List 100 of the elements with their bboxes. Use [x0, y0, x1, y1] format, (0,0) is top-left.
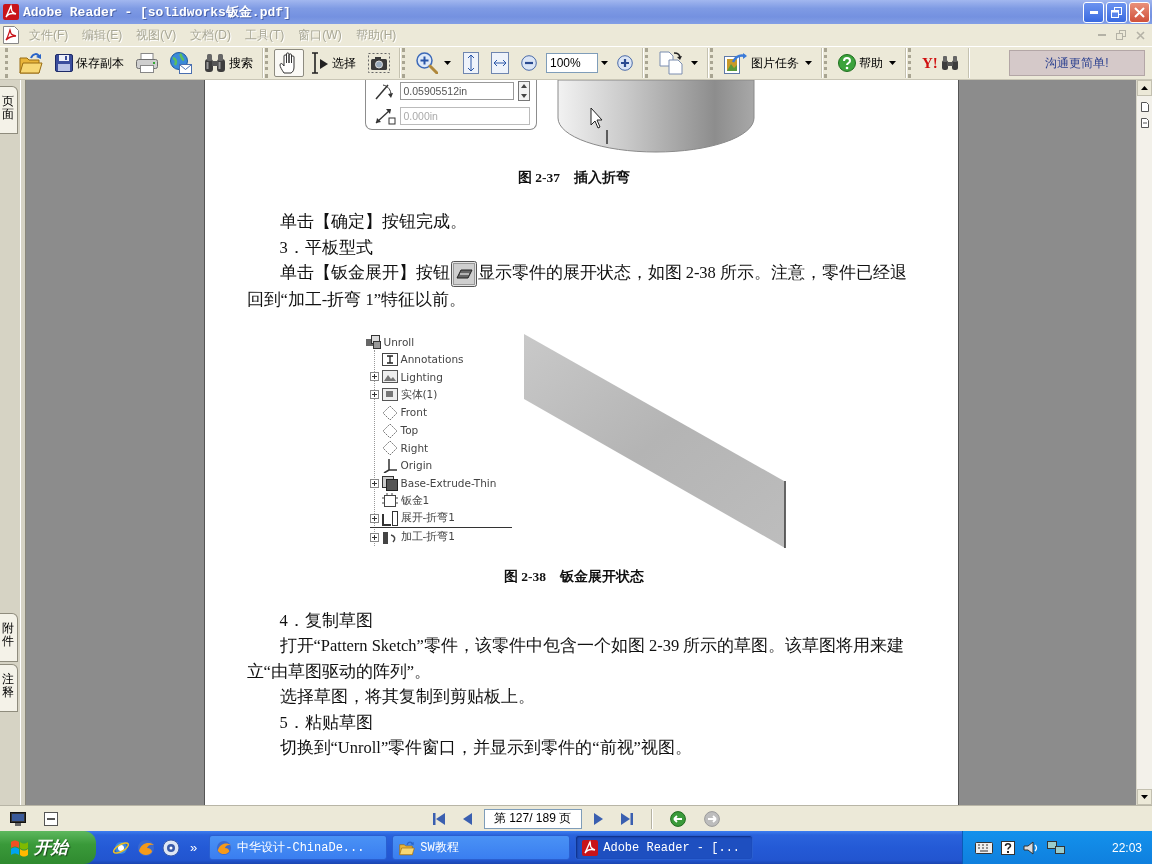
minimize-button[interactable] [1083, 1, 1104, 23]
lighting-icon [381, 369, 398, 385]
value-field: 0.000in [399, 107, 530, 125]
camera-icon [368, 53, 390, 73]
promo-banner[interactable]: 沟通更简单! [1009, 50, 1145, 76]
up-arrow-icon [1141, 86, 1148, 90]
section-heading: 3．平板型式 [278, 236, 374, 259]
skip-end-icon [620, 812, 633, 825]
plus-circle-icon [617, 55, 633, 71]
zoom-out-icon [521, 55, 537, 71]
app-icon [3, 4, 19, 20]
page-number-field[interactable]: 第 127/ 189 页 [483, 808, 582, 829]
help-icon[interactable] [1001, 840, 1015, 855]
tree-item-label: Front [400, 406, 428, 419]
hand-tool-button[interactable] [274, 49, 304, 77]
sheet-metal-icon [381, 493, 398, 509]
binoculars-icon [940, 55, 959, 71]
taskbar-button[interactable]: SW教程 [392, 835, 571, 860]
tree-item-label: 实体(1) [400, 387, 438, 402]
pages-arrow-icon [659, 51, 685, 75]
figure-caption: 图 2-37 插入折弯 [516, 169, 632, 187]
windows-logo-icon [10, 838, 29, 857]
app-icon [582, 839, 599, 856]
paragraph: 单击【确定】按钮完成。 [278, 211, 468, 233]
sheet-button-icon [450, 261, 477, 288]
monitor-icon[interactable] [10, 811, 26, 826]
section-heading: 4．复制草图 [278, 609, 374, 632]
keyboard-icon[interactable] [975, 841, 993, 854]
flatten-icon [381, 510, 398, 526]
scroll-up-button[interactable] [1137, 80, 1152, 96]
side-tab[interactable]: 附件 [0, 613, 18, 662]
picture-arrow-icon [724, 52, 748, 74]
network-icon[interactable] [1047, 840, 1065, 855]
select-tool-button[interactable]: 选择 [306, 49, 361, 77]
folder-icon [19, 52, 43, 74]
section-heading: 5．粘贴草图 [278, 711, 374, 734]
speaker-icon[interactable] [1023, 840, 1039, 855]
vertical-scrollbar[interactable] [1136, 80, 1152, 805]
swirl-globe-icon[interactable] [137, 838, 155, 857]
side-tab[interactable]: 注释 [0, 663, 18, 712]
start-button[interactable]: 开始 [0, 831, 96, 864]
triangle-right-icon [593, 812, 603, 825]
plane-icon [381, 404, 398, 420]
extrude-icon [381, 475, 398, 491]
value-field: 0.05905512in [399, 82, 514, 100]
help-icon [838, 54, 856, 72]
paragraph: 选择草图，将其复制到剪贴板上。 [278, 686, 536, 709]
taskbar-button[interactable]: 中华设计-ChinaDe... [209, 835, 388, 860]
tree-item-label: Top [400, 424, 419, 436]
scroll-down-button[interactable] [1137, 789, 1152, 805]
printer-icon [136, 53, 158, 73]
plane-icon [381, 440, 398, 456]
zoom-field[interactable]: 100% [546, 53, 598, 73]
fit-width-icon [491, 52, 509, 74]
globe-envelope-icon [170, 52, 192, 74]
paragraph: 单击【钣金展开】按钮 显示零件的展开状态，如图 2-38 所示。注意，零件已经退回到“加工-折弯 1”特征以前。 [246, 260, 908, 312]
close-button[interactable] [1129, 1, 1150, 23]
tree-item-label: Right [400, 441, 429, 454]
minimize-icon [1089, 10, 1098, 14]
tree-item-label: Annotations [400, 353, 464, 366]
cursor-icon [590, 107, 602, 129]
tree-item-label: Base-Extrude-Thin [400, 477, 497, 490]
close-icon [1134, 6, 1145, 18]
side-tab[interactable]: 页面 [0, 86, 18, 135]
folder-icon [399, 839, 416, 856]
dropdown-arrow-icon[interactable] [601, 61, 608, 65]
skip-start-icon [432, 812, 445, 825]
logo-search-button[interactable]: Y! [917, 49, 964, 77]
plane-icon [381, 422, 398, 438]
distance-arrows-icon [373, 107, 396, 125]
window-icon[interactable] [44, 811, 58, 826]
help-button[interactable]: 帮助 [833, 49, 901, 77]
swirl-globe-icon [216, 839, 233, 856]
page-icon[interactable] [1140, 118, 1149, 128]
tree-item-label: 加工-折弯1 [400, 530, 455, 545]
panel-splitter[interactable] [20, 80, 26, 805]
disc-icon[interactable] [162, 838, 180, 857]
origin-icon [381, 457, 398, 473]
text-cursor-icon [311, 52, 329, 74]
annotation-icon [381, 351, 398, 367]
tree-item-label: Lighting [400, 370, 443, 383]
window-title: Adobe Reader - [solidworks钣金.pdf] [23, 4, 292, 21]
pdf-document-icon [3, 26, 19, 44]
quick-launch-more-button[interactable]: » [187, 840, 201, 855]
search-button[interactable]: 搜索 [199, 49, 258, 77]
figure-caption: 图 2-38 钣金展开状态 [502, 567, 646, 586]
paragraph: 切换到“Unroll”零件窗口，并显示到零件的“前视”视图。 [278, 737, 693, 760]
restore-button[interactable] [1106, 1, 1127, 23]
tree-item-label: 展开-折弯1 [400, 511, 455, 526]
taskbar-button[interactable]: Adobe Reader - [... [575, 835, 754, 860]
page-icon[interactable] [1140, 102, 1149, 112]
tree-item-label: 钣金1 [400, 493, 430, 508]
picture-tasks-button[interactable]: 图片任务 [719, 49, 817, 77]
restore-icon [1111, 6, 1122, 18]
bend-icon [381, 529, 398, 545]
save-copy-button[interactable]: 保存副本 [50, 49, 129, 77]
binoculars-icon [204, 53, 226, 73]
clock: 22:03 [1111, 840, 1142, 855]
zoom-in-icon [416, 52, 438, 74]
paragraph: 打开“Pattern Sketch”零件，该零件中包含一个如图 2-39 所示的草图。该草图将用来建立“由草图驱动的阵列”。 [246, 635, 906, 683]
